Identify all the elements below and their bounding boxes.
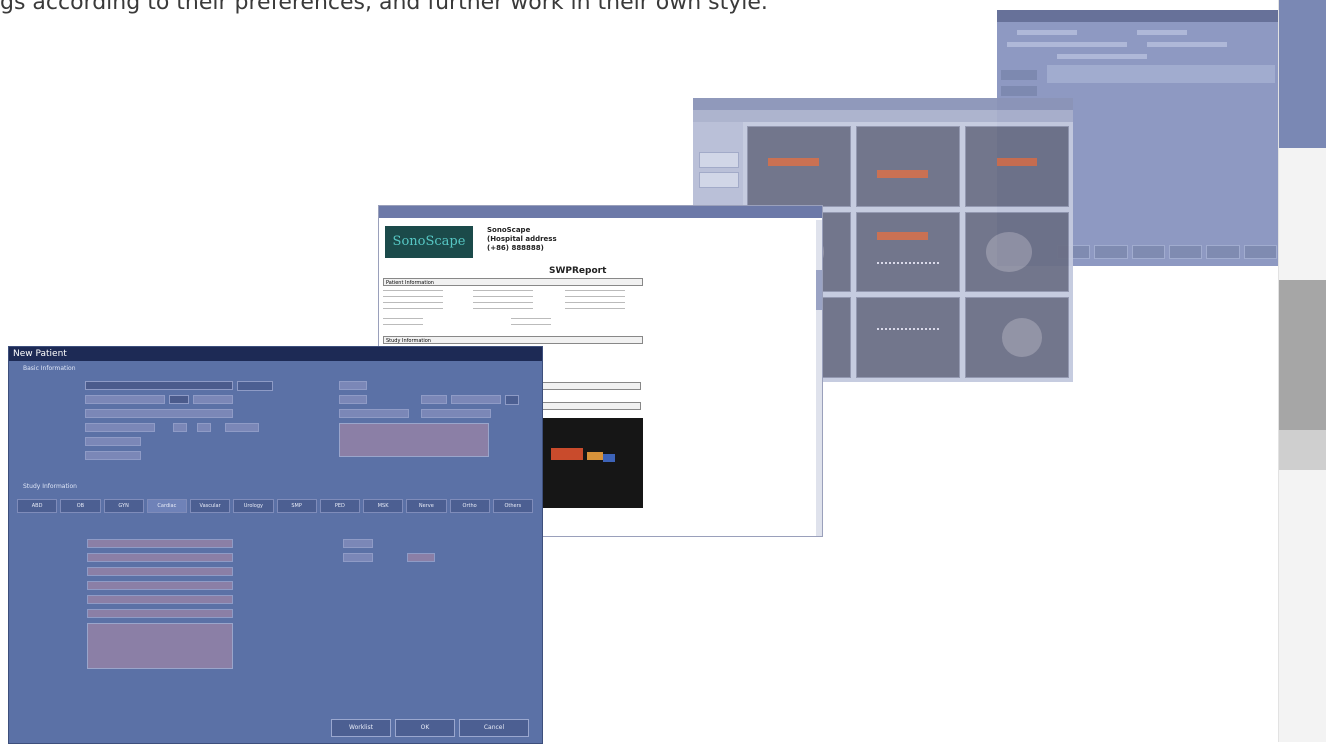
ultrasound-thumbnail	[965, 297, 1069, 378]
basic-information-section: Basic Information	[23, 365, 76, 372]
study-field[interactable]	[87, 539, 233, 548]
comments-textarea[interactable]	[339, 423, 489, 457]
tab-abd[interactable]: ABD	[17, 499, 58, 513]
height-field[interactable]	[339, 381, 367, 390]
weight-field[interactable]	[339, 395, 367, 404]
tab-ob[interactable]: OB	[60, 499, 101, 513]
worklist-button[interactable]: Worklist	[331, 719, 391, 737]
ultrasound-thumbnail	[965, 211, 1069, 293]
study-field[interactable]	[87, 609, 233, 618]
study-field[interactable]	[87, 595, 233, 604]
report-scrollbar[interactable]	[816, 220, 822, 536]
tab-others[interactable]: Others	[492, 499, 533, 513]
ultrasound-thumbnail	[747, 126, 851, 207]
tab-ped[interactable]: PED	[319, 499, 360, 513]
tab-smp[interactable]: SMP	[276, 499, 317, 513]
headline-text: gs according to their preferences, and f…	[0, 0, 768, 15]
settings-bottom-buttons	[1057, 245, 1277, 259]
report-section-header: Study Information	[383, 336, 643, 344]
hospital-info: SonoScape (Hospital address (+86) 888888…	[487, 226, 557, 252]
report-title: SWPReport	[549, 266, 607, 276]
study-comments-textarea[interactable]	[87, 623, 233, 669]
tab-ortho[interactable]: Ortho	[449, 499, 490, 513]
tab-vascular[interactable]: Vascular	[190, 499, 231, 513]
bsa-calc-button[interactable]	[505, 395, 519, 405]
accession-field[interactable]	[85, 451, 141, 460]
ultrasound-thumbnail	[856, 126, 960, 207]
heart-rate-field[interactable]	[343, 539, 373, 548]
referring-field[interactable]	[339, 409, 409, 418]
study-field[interactable]	[87, 567, 233, 576]
generate-id-button[interactable]	[237, 381, 273, 391]
study-field[interactable]	[87, 553, 233, 562]
sex-select[interactable]	[85, 437, 141, 446]
tab-urology[interactable]: Urology	[233, 499, 274, 513]
tab-cardiac[interactable]: Cardiac	[146, 499, 187, 513]
ultrasound-thumbnail	[856, 211, 960, 293]
ultrasound-thumbnail	[856, 297, 960, 378]
background-window-edge	[1278, 0, 1326, 742]
bsa-field[interactable]	[421, 395, 447, 404]
tab-nerve[interactable]: Nerve	[406, 499, 447, 513]
exam-type-tabs: ABD OB GYN Cardiac Vascular Urology SMP …	[17, 499, 533, 513]
study-field[interactable]	[87, 581, 233, 590]
cancel-button[interactable]: Cancel	[459, 719, 529, 737]
ultrasound-thumbnail	[965, 126, 1069, 207]
dialog-title: New Patient	[9, 347, 542, 361]
report-section-header: Patient Information	[383, 278, 643, 286]
patient-id-field[interactable]	[85, 381, 233, 390]
tab-gyn[interactable]: GYN	[103, 499, 144, 513]
ok-button[interactable]: OK	[395, 719, 455, 737]
pa-pressure-field[interactable]	[343, 553, 373, 562]
ultrasound-image	[541, 418, 643, 508]
new-patient-dialog: New Patient Basic Information Study Info…	[8, 346, 543, 744]
last-name-field[interactable]	[85, 395, 165, 404]
study-information-section: Study Information	[23, 483, 77, 490]
age-field[interactable]	[173, 423, 187, 432]
settings-tabstrip	[1047, 65, 1275, 83]
sonoscape-logo: SonoScape	[385, 226, 473, 258]
dob-field[interactable]	[85, 423, 155, 432]
tab-msk[interactable]: MSK	[363, 499, 404, 513]
first-name-field[interactable]	[85, 409, 233, 418]
